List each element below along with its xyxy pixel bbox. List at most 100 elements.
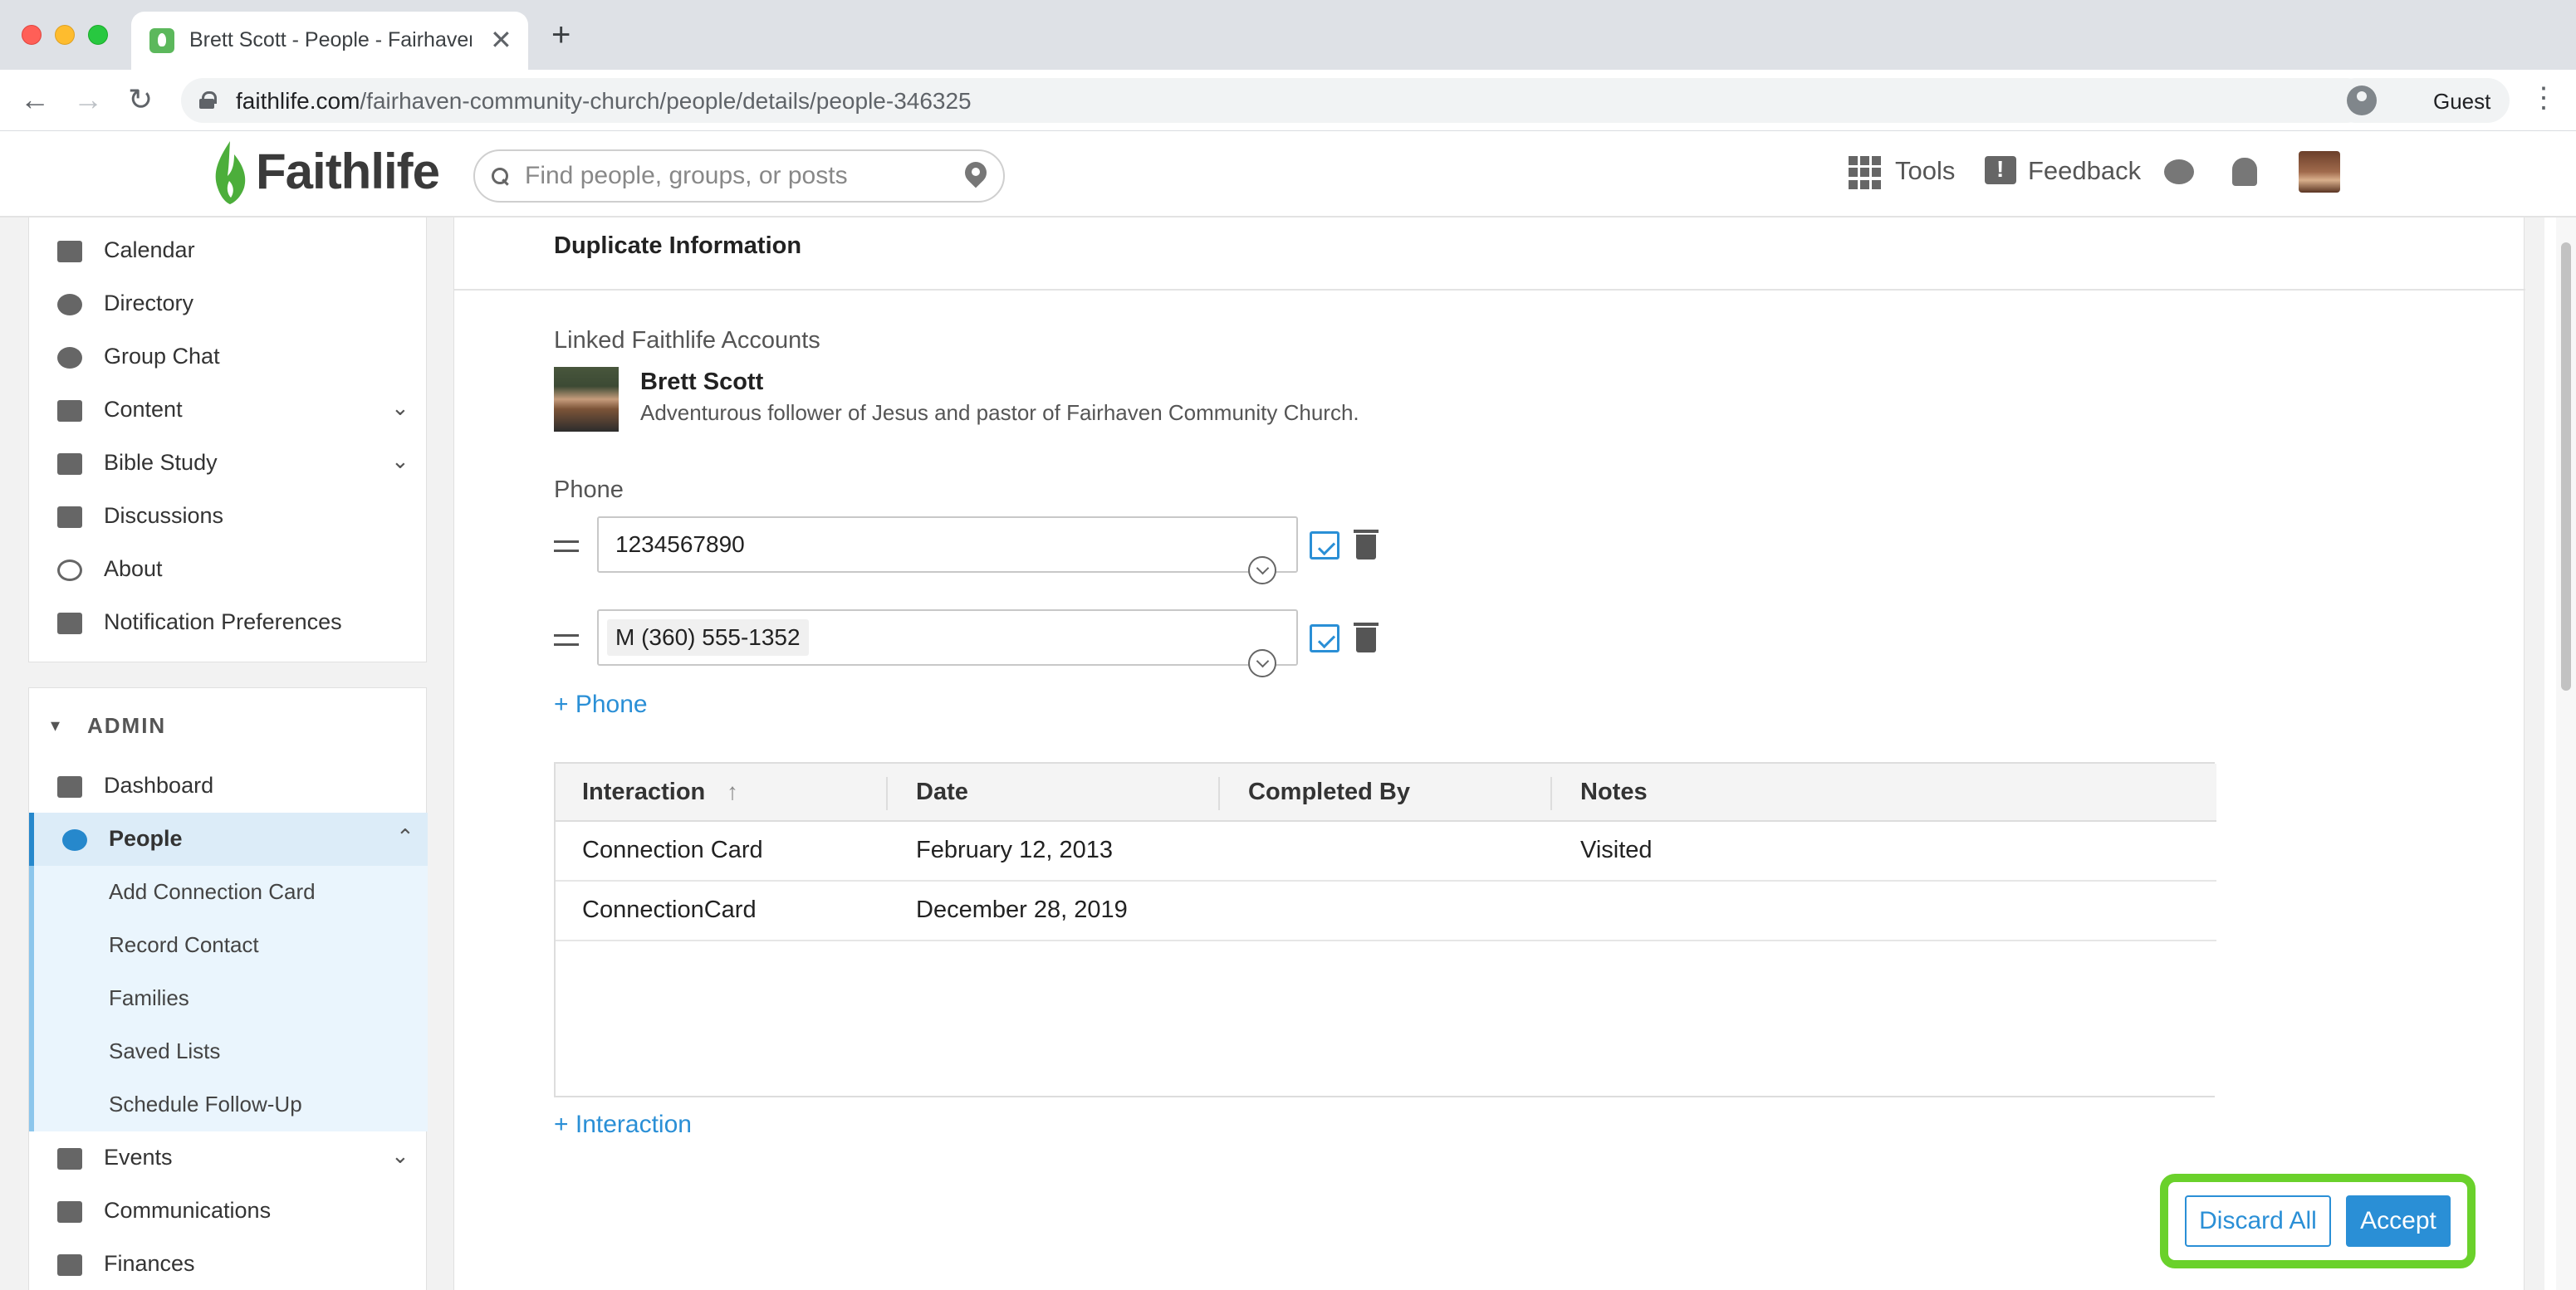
sidebar-item-label: Group Chat (104, 344, 220, 369)
feedback-button[interactable]: Feedback (2028, 156, 2141, 186)
add-interaction-link[interactable]: + Interaction (554, 1111, 692, 1139)
forward-arrow-icon[interactable]: → (73, 83, 103, 116)
sidebar: Calendar Directory Group Chat Content ⌄ … (0, 217, 453, 1290)
feedback-icon[interactable] (1985, 156, 2016, 184)
sidebar-item-bible-study[interactable]: Bible Study ⌄ (29, 437, 428, 490)
sidebar-item-finances[interactable]: Finances (29, 1238, 428, 1290)
chevron-down-icon[interactable] (1248, 556, 1276, 584)
cell-notes: Visited (1580, 837, 1653, 863)
sidebar-item-content[interactable]: Content ⌄ (29, 384, 428, 437)
sidebar-item-people[interactable]: People ⌃ (29, 813, 428, 866)
cell-interaction: ConnectionCard (582, 897, 757, 923)
sidebar-item-directory[interactable]: Directory (29, 277, 428, 330)
browser-address-bar: ← → ↻ faithlife.com/fairhaven-community-… (0, 70, 2576, 131)
drag-handle-icon[interactable] (554, 634, 579, 646)
notifications-bell-icon[interactable] (2232, 158, 2257, 186)
sidebar-item-dashboard[interactable]: Dashboard (29, 760, 428, 813)
page-scrollbar[interactable] (2556, 217, 2576, 1290)
new-tab-button[interactable]: + (551, 18, 571, 51)
discard-all-button[interactable]: Discard All (2185, 1195, 2331, 1247)
sidebar-item-discussions[interactable]: Discussions (29, 490, 428, 543)
chevron-down-icon[interactable]: ⌄ (391, 448, 409, 474)
tools-grid-icon[interactable] (1849, 156, 1882, 189)
sidebar-subitem-schedule-follow-up[interactable]: Schedule Follow-Up (29, 1078, 428, 1131)
cell-interaction: Connection Card (582, 837, 763, 863)
chat-icon (57, 347, 82, 369)
user-avatar[interactable] (2299, 151, 2340, 193)
sidebar-church-nav: Calendar Directory Group Chat Content ⌄ … (28, 217, 427, 662)
column-separator (886, 777, 888, 810)
account-name[interactable]: Brett Scott (640, 369, 763, 396)
sidebar-item-notification-preferences[interactable]: Notification Preferences (29, 596, 428, 649)
sidebar-item-events[interactable]: Events ⌄ (29, 1131, 428, 1185)
discussions-icon (57, 506, 82, 528)
column-separator (1218, 777, 1220, 810)
folder-icon (57, 400, 82, 422)
interactions-table: Interaction ↑ Date Completed By Notes Co… (554, 762, 2216, 1097)
location-pin-icon[interactable] (965, 162, 987, 192)
sidebar-item-communications[interactable]: Communications (29, 1185, 428, 1238)
profile-label: Guest (2433, 89, 2491, 114)
trash-icon[interactable] (1354, 623, 1379, 652)
url-host: faithlife.com (236, 88, 360, 114)
messages-icon[interactable] (2164, 159, 2194, 184)
chevron-down-icon[interactable]: ⌄ (391, 395, 409, 421)
main-content: Duplicate Information Linked Faithlife A… (453, 217, 2544, 1290)
sidebar-item-about[interactable]: About (29, 543, 428, 596)
column-header-completed-by[interactable]: Completed By (1248, 779, 1410, 806)
table-row[interactable]: ConnectionCard December 28, 2019 (556, 882, 2216, 941)
profile-button[interactable]: Guest (2334, 78, 2510, 123)
column-header-notes[interactable]: Notes (1580, 779, 1648, 806)
window-minimize-button[interactable] (55, 25, 75, 45)
table-row[interactable]: Connection Card February 12, 2013 Visite… (556, 822, 2216, 882)
sidebar-subitem-record-contact[interactable]: Record Contact (29, 919, 428, 972)
sidebar-item-label: Directory (104, 291, 194, 315)
tab-title: Brett Scott - People - Fairhaven (189, 28, 472, 51)
linked-accounts-label: Linked Faithlife Accounts (554, 327, 820, 354)
phone-field[interactable]: 1234567890 (597, 516, 1298, 584)
sidebar-subitem-add-connection-card[interactable]: Add Connection Card (29, 866, 428, 919)
column-header-date[interactable]: Date (916, 779, 968, 806)
faithlife-wordmark[interactable]: Faithlife (256, 143, 440, 200)
dashboard-icon (57, 776, 82, 798)
faithlife-logo-icon[interactable] (209, 139, 251, 206)
merge-accept-icon[interactable] (1310, 624, 1339, 652)
window-zoom-button[interactable] (88, 25, 108, 45)
sidebar-subitem-families[interactable]: Families (29, 972, 428, 1025)
url-field[interactable]: faithlife.com/fairhaven-community-church… (181, 78, 2368, 123)
scrollbar-thumb[interactable] (2561, 242, 2571, 691)
add-phone-link[interactable]: + Phone (554, 691, 648, 719)
drag-handle-icon[interactable] (554, 540, 579, 552)
accept-button[interactable]: Accept (2346, 1195, 2451, 1247)
sidebar-subitem-label: Schedule Follow-Up (109, 1092, 302, 1117)
trash-icon[interactable] (1354, 530, 1379, 559)
sidebar-item-label: Discussions (104, 503, 224, 528)
global-search[interactable] (473, 149, 1005, 203)
search-input[interactable] (525, 159, 923, 193)
browser-menu-icon[interactable]: ⋮ (2529, 81, 2558, 115)
credit-card-icon (57, 1254, 82, 1276)
column-header-interaction[interactable]: Interaction (582, 779, 705, 806)
reload-icon[interactable]: ↻ (128, 83, 153, 116)
tab-close-icon[interactable]: ✕ (490, 23, 512, 56)
sidebar-item-label: Finances (104, 1251, 195, 1276)
admin-section-toggle[interactable]: ▾ ADMIN (29, 708, 428, 748)
phone-field[interactable]: M (360) 555-1352 (597, 609, 1298, 677)
sidebar-subitem-saved-lists[interactable]: Saved Lists (29, 1025, 428, 1078)
tools-button[interactable]: Tools (1895, 156, 1955, 186)
sidebar-item-label: Content (104, 397, 183, 422)
bible-icon (57, 453, 82, 475)
chevron-down-icon[interactable]: ⌄ (391, 1143, 409, 1169)
sort-ascending-icon[interactable]: ↑ (727, 779, 738, 805)
sidebar-item-group-chat[interactable]: Group Chat (29, 330, 428, 384)
browser-tab[interactable]: Brett Scott - People - Fairhaven ✕ (131, 12, 528, 70)
window-close-button[interactable] (22, 25, 42, 45)
chevron-up-icon[interactable]: ⌃ (396, 824, 414, 850)
chevron-down-icon[interactable] (1248, 649, 1276, 677)
phone-value[interactable]: 1234567890 (607, 526, 753, 563)
back-arrow-icon[interactable]: ← (20, 83, 50, 116)
phone-value[interactable]: M (360) 555-1352 (607, 619, 809, 656)
sidebar-item-calendar[interactable]: Calendar (29, 224, 428, 277)
merge-accept-icon[interactable] (1310, 531, 1339, 559)
section-title: Duplicate Information (554, 232, 802, 259)
